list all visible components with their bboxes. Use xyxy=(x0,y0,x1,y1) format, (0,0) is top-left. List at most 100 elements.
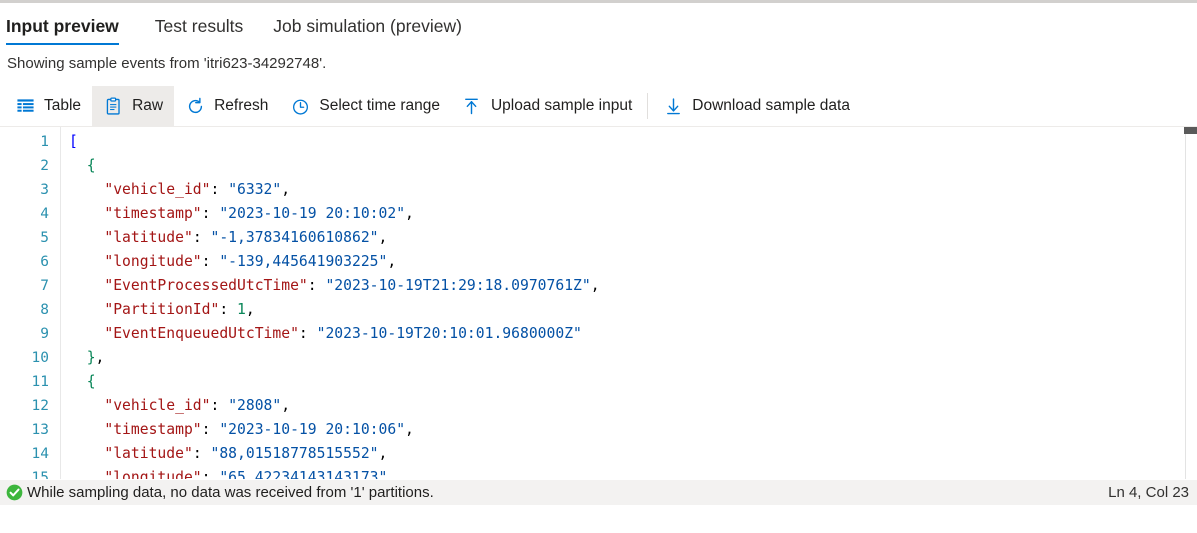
json-token-key: "longitude" xyxy=(104,253,202,270)
json-token-punct: , xyxy=(590,277,600,294)
json-token-brace: { xyxy=(86,157,96,174)
line-number: 10 xyxy=(31,350,49,366)
command-label: Upload sample input xyxy=(490,97,633,114)
line-number: 3 xyxy=(40,182,49,198)
json-token-punct: , xyxy=(405,421,414,438)
command-bar-separator xyxy=(647,93,649,119)
json-token-str: "6332" xyxy=(228,181,282,198)
json-token-punct: , xyxy=(378,229,388,246)
json-token-brace: } xyxy=(86,349,96,366)
tab-job-simulation-preview[interactable]: Job simulation (preview) xyxy=(262,16,473,45)
editor-vertical-scrollbar[interactable] xyxy=(1184,127,1197,480)
line-number: 15 xyxy=(31,470,49,480)
code-line[interactable]: { xyxy=(69,154,1197,178)
json-token-punct: : xyxy=(192,445,211,462)
tab-test-results[interactable]: Test results xyxy=(144,16,255,45)
json-token-punct: , xyxy=(405,205,414,222)
json-token-str: "2023-10-19 20:10:06" xyxy=(219,421,406,438)
json-token-punct: , xyxy=(245,301,255,318)
line-number: 8 xyxy=(40,302,49,318)
command-refresh[interactable]: Refresh xyxy=(174,86,279,126)
json-token-key: "latitude" xyxy=(104,229,193,246)
json-token-key: "vehicle_id" xyxy=(104,397,211,414)
success-check-icon xyxy=(6,484,23,501)
json-token-str: "-1,37834160610862" xyxy=(210,229,379,246)
code-line[interactable]: { xyxy=(69,370,1197,394)
json-token-brace: { xyxy=(86,373,96,390)
table-icon xyxy=(15,96,35,116)
line-number: 14 xyxy=(31,446,49,462)
command-label: Select time range xyxy=(319,97,440,114)
command-table[interactable]: Table xyxy=(4,86,92,126)
json-editor[interactable]: 1 2 3 4 5 6 7 8 9 10 11 12 13 14 15 [ { "vehicle_id": … xyxy=(0,127,1197,480)
tab-input-preview[interactable]: Input preview xyxy=(2,16,130,45)
code-line[interactable]: "timestamp": "2023-10-19 20:10:02", xyxy=(69,202,1197,226)
clipboard-icon xyxy=(103,96,123,116)
json-token-punct: : xyxy=(201,421,220,438)
json-token-punct: , xyxy=(281,181,291,198)
line-number: 1 xyxy=(40,134,49,150)
json-token-punct: : xyxy=(219,301,238,318)
code-line[interactable]: [ xyxy=(69,130,1197,154)
line-number: 2 xyxy=(40,158,49,174)
code-line[interactable]: "vehicle_id": "2808", xyxy=(69,394,1197,418)
json-token-key: "EventProcessedUtcTime" xyxy=(104,277,308,294)
line-number: 4 xyxy=(40,206,49,222)
command-bar: Table Raw Refresh Select time range Upload s… xyxy=(0,86,1197,127)
json-token-str: "2023-10-19 20:10:02" xyxy=(219,205,406,222)
code-line[interactable]: "longitude": "65,42234143143173", xyxy=(69,466,1197,480)
json-token-num: 1 xyxy=(237,301,246,318)
json-token-punct: : xyxy=(210,397,229,414)
json-token-punct: : xyxy=(298,325,317,342)
command-label: Table xyxy=(44,97,82,114)
json-token-punct: : xyxy=(201,205,220,222)
top-divider xyxy=(0,0,1197,7)
code-line[interactable]: "latitude": "-1,37834160610862", xyxy=(69,226,1197,250)
status-message: While sampling data, no data was receive… xyxy=(27,484,434,501)
upload-icon xyxy=(462,96,482,116)
json-token-key: "vehicle_id" xyxy=(104,181,211,198)
json-token-punct: , xyxy=(378,445,388,462)
line-number: 6 xyxy=(40,254,49,270)
code-line[interactable]: "EventProcessedUtcTime": "2023-10-19T21:… xyxy=(69,274,1197,298)
editor-scrollbar-thumb[interactable] xyxy=(1184,127,1197,134)
command-raw[interactable]: Raw xyxy=(92,86,175,126)
code-line[interactable]: "longitude": "-139,445641903225", xyxy=(69,250,1197,274)
refresh-icon xyxy=(185,96,205,116)
command-select-time-range[interactable]: Select time range xyxy=(279,86,451,126)
command-upload-sample-input[interactable]: Upload sample input xyxy=(451,86,643,126)
json-token-key: "timestamp" xyxy=(104,421,202,438)
json-token-key: "EventEnqueuedUtcTime" xyxy=(104,325,299,342)
code-content[interactable]: [ { "vehicle_id": "6332", "timestamp": "… xyxy=(61,127,1197,480)
command-label: Download sample data xyxy=(692,97,850,114)
json-token-punct: : xyxy=(307,277,326,294)
clock-icon xyxy=(290,96,310,116)
json-token-str: "-139,445641903225" xyxy=(219,253,388,270)
code-line[interactable]: "timestamp": "2023-10-19 20:10:06", xyxy=(69,418,1197,442)
line-number: 5 xyxy=(40,230,49,246)
command-download-sample-data[interactable]: Download sample data xyxy=(652,86,861,126)
code-line[interactable]: "PartitionId": 1, xyxy=(69,298,1197,322)
command-label: Refresh xyxy=(214,97,269,114)
status-bar: While sampling data, no data was receive… xyxy=(0,479,1197,505)
line-number: 12 xyxy=(31,398,49,414)
json-token-punct: , xyxy=(95,349,105,366)
json-token-key: "latitude" xyxy=(104,445,193,462)
download-icon xyxy=(663,96,683,116)
cursor-position-indicator: Ln 4, Col 23 xyxy=(1108,484,1189,501)
json-token-punct: , xyxy=(281,397,291,414)
code-line[interactable]: "vehicle_id": "6332", xyxy=(69,178,1197,202)
json-token-punct: : xyxy=(201,253,220,270)
code-line[interactable]: "EventEnqueuedUtcTime": "2023-10-19T20:1… xyxy=(69,322,1197,346)
code-line[interactable]: }, xyxy=(69,346,1197,370)
json-token-punct: : xyxy=(192,229,211,246)
code-line[interactable]: "latitude": "88,01518778515552", xyxy=(69,442,1197,466)
line-number-gutter: 1 2 3 4 5 6 7 8 9 10 11 12 13 14 15 xyxy=(0,127,61,480)
json-token-str: "88,01518778515552" xyxy=(210,445,379,462)
